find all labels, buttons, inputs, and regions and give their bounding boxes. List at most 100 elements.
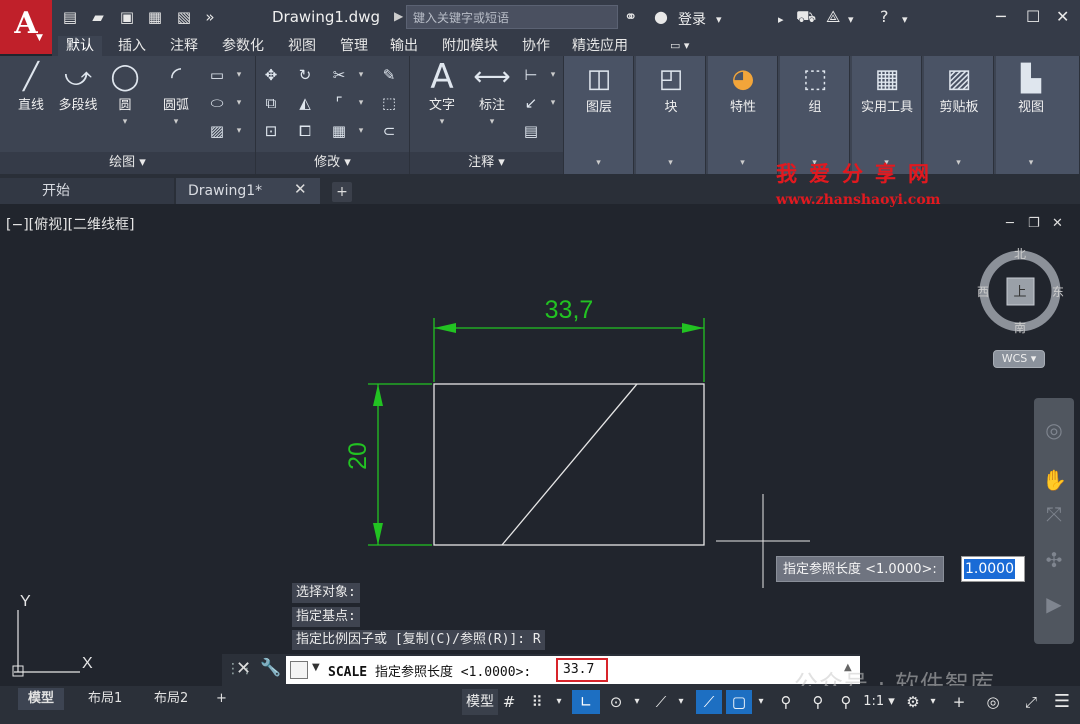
minimize-icon[interactable]: ─: [996, 7, 1006, 27]
draw-panel-footer[interactable]: 绘图 ▾: [0, 152, 255, 174]
line-tool[interactable]: ╱ 直线: [10, 60, 52, 113]
customize-menu-icon[interactable]: ☰: [1050, 690, 1074, 714]
zoom-extents-icon[interactable]: ⤧: [1042, 502, 1066, 526]
trim-chevron-icon[interactable]: ▾: [350, 64, 372, 86]
scale-icon[interactable]: ⧠: [294, 120, 316, 142]
new-tab-icon[interactable]: +: [332, 182, 352, 202]
linear-dim-chevron-icon[interactable]: ▾: [542, 64, 564, 86]
horizontal-dimension[interactable]: 33,7: [433, 296, 705, 382]
dimension-tool[interactable]: ⟷ 标注 ▾: [470, 60, 514, 128]
fullscreen-icon[interactable]: ⤢: [1020, 690, 1042, 714]
fillet-chevron-icon[interactable]: ▾: [350, 92, 372, 114]
showmotion-icon[interactable]: ▶: [1042, 592, 1066, 616]
annotation-panel-footer[interactable]: 注释 ▾: [410, 152, 563, 174]
more-tools-icon[interactable]: »: [200, 7, 220, 27]
utilities-panel[interactable]: ▦ 实用工具 ▾: [852, 56, 922, 174]
arc-tool[interactable]: ◜ 圆弧 ▾: [152, 60, 200, 128]
vertical-dimension[interactable]: 20: [344, 383, 432, 546]
plus-icon[interactable]: +: [948, 690, 970, 714]
add-layout-button[interactable]: +: [206, 688, 237, 710]
layers-panel[interactable]: ◫ 图层 ▾: [564, 56, 634, 174]
ellipse-icon[interactable]: ⬭: [206, 92, 228, 114]
properties-panel[interactable]: ◕ 特性 ▾: [708, 56, 778, 174]
save-as-icon[interactable]: ▦: [145, 7, 165, 27]
command-icon[interactable]: [290, 661, 308, 679]
polar-icon[interactable]: ⊙: [604, 690, 628, 714]
tab-parametric[interactable]: 参数化: [214, 36, 272, 56]
isodraft-icon[interactable]: ⟋: [650, 690, 672, 714]
layers-chevron-icon[interactable]: ▾: [564, 152, 633, 174]
title-chevron-icon[interactable]: ▶: [394, 9, 403, 23]
workspace-gear-icon[interactable]: ⚙: [902, 690, 924, 714]
network-chevron-icon[interactable]: ▾: [848, 10, 854, 30]
view-panel[interactable]: ▙ 视图 ▾: [996, 56, 1080, 174]
tab-collaborate[interactable]: 协作: [514, 36, 558, 56]
steering-wheel-icon[interactable]: ◎: [1042, 418, 1066, 442]
tab-featured-apps[interactable]: 精选应用: [564, 36, 636, 56]
mirror-icon[interactable]: ◭: [294, 92, 316, 114]
polar-chevron-icon[interactable]: ▾: [630, 690, 644, 714]
explode-icon[interactable]: ⬚: [378, 92, 400, 114]
workspace-chevron-icon[interactable]: ▾: [926, 690, 940, 714]
copy-icon[interactable]: ⧉: [260, 92, 282, 114]
wcs-dropdown[interactable]: WCS ▾: [993, 350, 1045, 368]
plot-icon[interactable]: ▧: [174, 7, 194, 27]
modify-panel-footer[interactable]: 修改 ▾: [256, 152, 409, 174]
leader-chevron-icon[interactable]: ▾: [542, 92, 564, 114]
app-logo-button[interactable]: A ▼: [0, 0, 52, 54]
tab-default[interactable]: 默认: [58, 36, 102, 56]
move-icon[interactable]: ✥: [260, 64, 282, 86]
linear-dim-icon[interactable]: ⊢: [520, 64, 542, 86]
close-icon[interactable]: ✕: [1056, 7, 1069, 27]
annotation-scale-icon[interactable]: ⚲: [834, 690, 858, 714]
ortho-icon[interactable]: ∟: [572, 690, 600, 714]
viewcube[interactable]: 上 北 南 东 西: [977, 247, 1064, 335]
auto-scale-icon[interactable]: ⚲: [806, 690, 830, 714]
tab-manage[interactable]: 管理: [332, 36, 376, 56]
command-recent-chevron-icon[interactable]: ▼: [312, 662, 320, 673]
user-icon[interactable]: ●: [654, 7, 668, 27]
properties-chevron-icon[interactable]: ▾: [708, 152, 777, 174]
cart-icon[interactable]: ⛟: [796, 7, 816, 27]
tab-start[interactable]: 开始: [0, 178, 174, 204]
tab-model[interactable]: 模型: [18, 688, 65, 710]
text-tool[interactable]: A 文字 ▾: [420, 60, 464, 128]
command-input[interactable]: ▼ SCALE 指定参照长度 <1.0000>: 33.7 ▲: [286, 656, 860, 684]
new-file-icon[interactable]: ▤: [60, 7, 80, 27]
ribbon-toggle-icon[interactable]: ▭ ▾: [662, 36, 697, 56]
object-snap-chevron-icon[interactable]: ▾: [754, 690, 768, 714]
view-chevron-icon[interactable]: ▾: [996, 152, 1066, 174]
tab-view[interactable]: 视图: [280, 36, 324, 56]
help-icon[interactable]: ?: [880, 7, 889, 27]
diagonal-line-entity[interactable]: [501, 383, 638, 546]
scale-dropdown[interactable]: 1:1 ▾: [862, 690, 896, 714]
annotation-visibility-icon[interactable]: ⚲: [774, 690, 798, 714]
tab-insert[interactable]: 插入: [110, 36, 154, 56]
orbit-icon[interactable]: ✣: [1042, 548, 1066, 572]
array-icon[interactable]: ▦: [328, 120, 350, 142]
snap-chevron-icon[interactable]: ▾: [552, 690, 566, 714]
array-chevron-icon[interactable]: ▾: [350, 120, 372, 142]
binoculars-icon[interactable]: ⚭: [624, 7, 637, 27]
login-chevron-icon[interactable]: ▾: [716, 10, 722, 30]
rectangle-chevron-icon[interactable]: ▾: [228, 64, 250, 86]
hatch-icon[interactable]: ▨: [206, 120, 228, 142]
group-panel[interactable]: ⬚ 组 ▾: [780, 56, 850, 174]
help-chevron-icon[interactable]: ▾: [902, 10, 908, 30]
block-chevron-icon[interactable]: ▾: [636, 152, 705, 174]
stretch-icon[interactable]: ⊡: [260, 120, 282, 142]
grid-icon[interactable]: #: [498, 690, 520, 714]
table-icon[interactable]: ▤: [520, 120, 542, 142]
object-tracking-icon[interactable]: ⟋: [696, 690, 722, 714]
polyline-tool[interactable]: ⤻ 多段线: [54, 60, 102, 113]
command-settings-icon[interactable]: 🔧: [260, 658, 281, 678]
clipboard-panel[interactable]: ▨ 剪贴板 ▾: [924, 56, 994, 174]
circle-tool[interactable]: ◯ 圆 ▾: [104, 60, 146, 128]
trim-icon[interactable]: ✂: [328, 64, 350, 86]
isodraft-chevron-icon[interactable]: ▾: [674, 690, 688, 714]
offset-icon[interactable]: ⊂: [378, 120, 400, 142]
erase-icon[interactable]: ✎: [378, 64, 400, 86]
command-close-icon[interactable]: ✕: [236, 658, 251, 679]
tab-addins[interactable]: 附加模块: [434, 36, 506, 56]
tab-close-icon[interactable]: ✕: [294, 180, 307, 198]
